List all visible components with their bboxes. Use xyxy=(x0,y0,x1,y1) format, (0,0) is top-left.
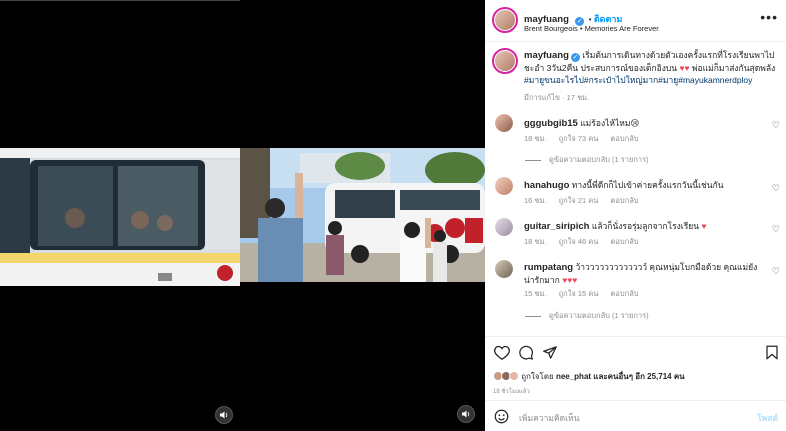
add-comment-input[interactable]: เพิ่มความคิดเห็น xyxy=(519,411,579,425)
photo-bus-window xyxy=(0,148,240,286)
liked-by-others[interactable]: และคนอื่นๆ อีก 25,714 คน xyxy=(593,372,684,381)
follow-button[interactable]: ติดตาม xyxy=(594,14,623,24)
comment-item: guitar_siripich แล้วก็นั่งรอรุ่มลูกจากโร… xyxy=(485,218,786,248)
liker-avatars xyxy=(493,371,519,381)
comment-text: แล้วก็นั่งรอรุ่มลูกจากโรงเรียน xyxy=(591,221,700,231)
author-avatar[interactable] xyxy=(492,7,518,33)
volume-icon[interactable] xyxy=(457,405,475,423)
likes-summary: ถูกใจโดย nee_phat และคนอื่นๆ อีก 25,714 … xyxy=(493,370,685,383)
liked-by-label: ถูกใจโดย xyxy=(521,372,554,381)
comment-likes[interactable]: ถูกใจ 15 คน xyxy=(559,289,599,298)
heart-emoji-icon: ♥♥♥ xyxy=(562,275,578,285)
caption-text-2: พ่อแม่ก็มาส่งกันสุดพลัง xyxy=(691,63,776,73)
caption-hashtags[interactable]: #มายูขนอะไรไป#กระเป๋าไปใหญ่มาก#มายู#mayu… xyxy=(524,75,752,85)
photo-waving-at-bus xyxy=(240,148,485,282)
post-sidebar: mayfuang ✓ • ติดตาม Brent Bourgeois • Me… xyxy=(485,0,786,431)
verified-badge-icon: ✓ xyxy=(570,53,580,62)
caption-time: มีการแก้ไข · 17 ชม. xyxy=(524,93,590,102)
add-comment-bar: เพิ่มความคิดเห็น โพสต์ xyxy=(485,400,786,431)
heart-emoji-icon: ♥ xyxy=(701,221,707,231)
commenter-avatar[interactable] xyxy=(495,177,513,195)
media-top-divider xyxy=(0,0,240,1)
post-header: mayfuang ✓ • ติดตาม Brent Bourgeois • Me… xyxy=(485,0,786,42)
comment-time: 15 ชม. xyxy=(524,289,547,298)
caption-block: mayfuang ✓ เริ่มต้นการเดินทางด้วยตัวเองคร… xyxy=(485,46,786,104)
comment-item: gggubgib15 แม่ร้องไห้ไหม😢 18 ชม. ถูกใจ 7… xyxy=(485,114,786,164)
comment-likes[interactable]: ถูกใจ 46 คน xyxy=(559,237,599,246)
comment-username[interactable]: guitar_siripich xyxy=(524,221,589,232)
commenter-avatar[interactable] xyxy=(495,114,513,132)
volume-icon[interactable] xyxy=(215,406,233,424)
comment-likes[interactable]: ถูกใจ 73 คน xyxy=(559,134,599,143)
view-replies-link[interactable]: ดูข้อความตอบกลับ (1 รายการ) xyxy=(525,154,649,166)
emoji-icon[interactable] xyxy=(494,409,509,429)
like-comment-heart-icon[interactable]: ♡ xyxy=(772,266,780,277)
comment-text: ทางนี้พี่ดีกก็ไปเข้าค่ายครั้งแรกวันนี้เช… xyxy=(571,180,724,190)
comment-reply-button[interactable]: ตอบกลับ xyxy=(611,289,639,298)
post-media[interactable] xyxy=(0,0,485,431)
like-heart-icon[interactable] xyxy=(494,345,510,365)
comment-username[interactable]: rumpatang xyxy=(524,262,573,273)
post-time: 18 ชั่วโมงแล้ว xyxy=(493,389,530,395)
comment-username[interactable]: hanahugo xyxy=(524,180,569,191)
caption-avatar[interactable] xyxy=(492,48,518,74)
comment-item: hanahugo ทางนี้พี่ดีกก็ไปเข้าค่ายครั้งแร… xyxy=(485,177,786,207)
comment-item: rumpatang ว้าววววววววววววว์ คุณหนุ่มโบกม… xyxy=(485,260,786,324)
post-actions xyxy=(485,336,786,368)
comment-reply-button[interactable]: ตอบกลับ xyxy=(611,134,639,143)
heart-emoji-icon: ♥♥ xyxy=(679,63,690,73)
comment-time: 18 ชม. xyxy=(524,237,547,246)
like-comment-heart-icon[interactable]: ♡ xyxy=(772,183,780,194)
post-comment-button[interactable]: โพสต์ xyxy=(757,411,778,425)
like-comment-heart-icon[interactable]: ♡ xyxy=(772,120,780,131)
comment-likes[interactable]: ถูกใจ 21 คน xyxy=(559,196,599,205)
comment-reply-button[interactable]: ตอบกลับ xyxy=(611,237,639,246)
like-comment-heart-icon[interactable]: ♡ xyxy=(772,224,780,235)
comment-bubble-icon[interactable] xyxy=(518,345,534,365)
commenter-avatar[interactable] xyxy=(495,260,513,278)
comment-time: 16 ชม. xyxy=(524,196,547,205)
audio-subtitle[interactable]: Brent Bourgeois • Memories Are Forever xyxy=(524,24,659,33)
comment-text: แม่ร้องไห้ไหม😢 xyxy=(580,118,640,128)
commenter-avatar[interactable] xyxy=(495,218,513,236)
view-replies-link[interactable]: ดูข้อความตอบกลับ (1 รายการ) xyxy=(525,310,649,322)
comment-reply-button[interactable]: ตอบกลับ xyxy=(611,196,639,205)
liked-by-user[interactable]: nee_phat xyxy=(556,372,591,381)
more-options-icon[interactable]: ••• xyxy=(760,10,778,24)
caption-username[interactable]: mayfuang xyxy=(524,50,569,61)
comment-time: 18 ชม. xyxy=(524,134,547,143)
share-send-icon[interactable] xyxy=(542,345,558,365)
save-bookmark-icon[interactable] xyxy=(765,345,779,365)
comment-username[interactable]: gggubgib15 xyxy=(524,118,578,129)
